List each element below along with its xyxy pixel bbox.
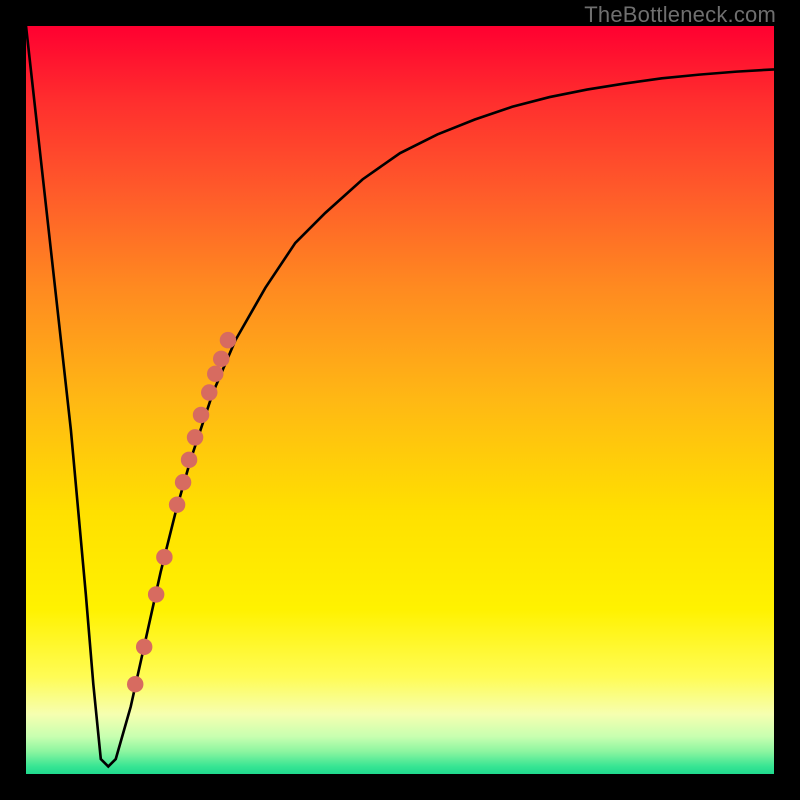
highlight-dot bbox=[220, 332, 236, 348]
highlight-dot bbox=[187, 429, 203, 445]
highlight-dot bbox=[213, 351, 229, 367]
highlight-dots-group bbox=[127, 332, 236, 693]
highlight-dot bbox=[136, 639, 152, 655]
chart-frame: TheBottleneck.com bbox=[0, 0, 800, 800]
highlight-dot bbox=[148, 586, 164, 602]
chart-svg bbox=[26, 26, 774, 774]
highlight-dot bbox=[207, 366, 223, 382]
highlight-dot bbox=[169, 496, 185, 512]
highlight-dot bbox=[201, 384, 217, 400]
watermark-text: TheBottleneck.com bbox=[584, 2, 776, 28]
highlight-dot bbox=[181, 452, 197, 468]
highlight-dot bbox=[193, 407, 209, 423]
highlight-dot bbox=[156, 549, 172, 565]
bottleneck-curve-path bbox=[26, 26, 774, 767]
highlight-dot bbox=[127, 676, 143, 692]
highlight-dot bbox=[175, 474, 191, 490]
